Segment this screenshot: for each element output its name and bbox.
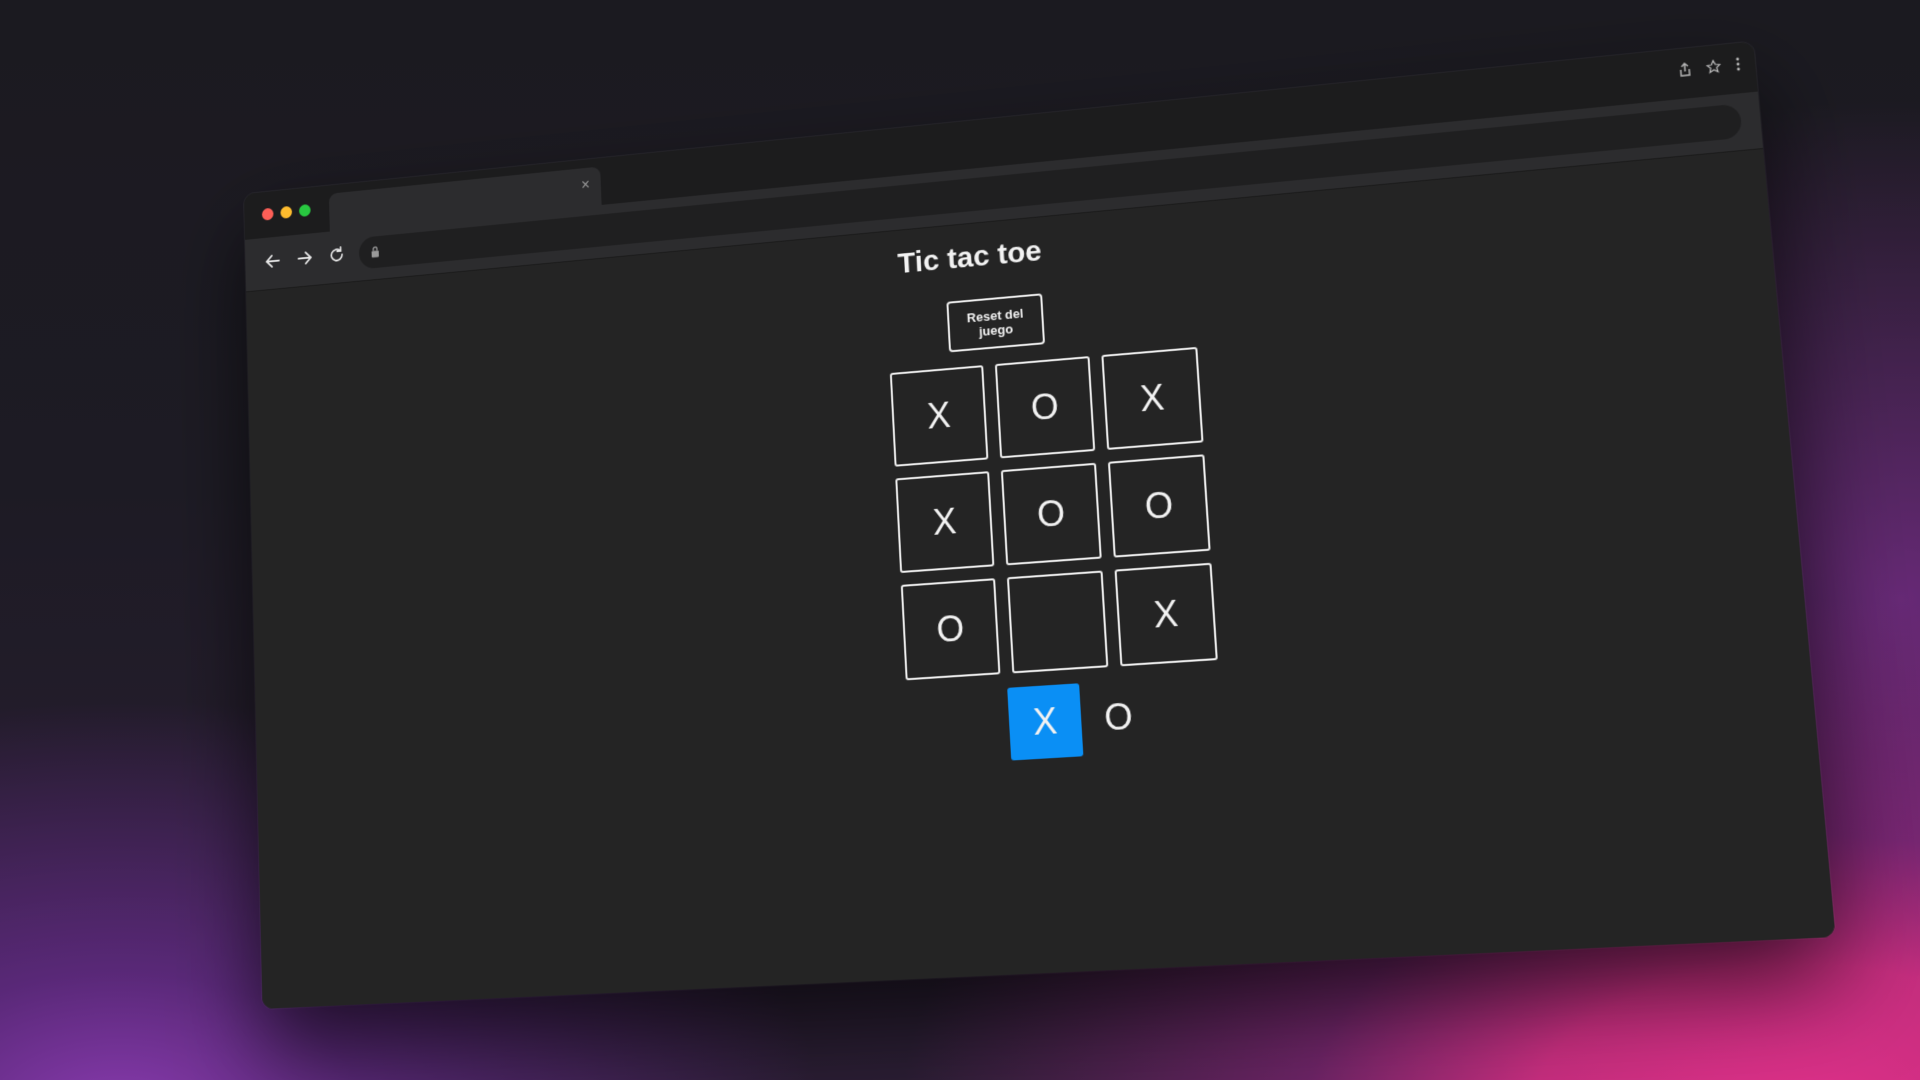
page-content: Tic tac toe Reset del juego X O X X O O … [246,148,1836,1009]
desktop-background: × Tic tac toe Reset del juego X O X X O … [0,0,1920,1080]
board-cell[interactable]: X [895,471,995,574]
board-cell[interactable]: O [1000,462,1102,566]
back-button[interactable] [261,248,285,274]
game-board: X O X X O O O X [889,346,1218,681]
forward-button[interactable] [293,245,317,271]
window-actions [1678,57,1741,80]
turn-x: X [1007,683,1084,761]
star-icon[interactable] [1706,59,1722,77]
arrow-right-icon [297,250,313,266]
window-controls [261,203,311,221]
lock-icon [371,245,380,263]
board-cell[interactable]: X [889,365,989,467]
maximize-window-button[interactable] [298,203,311,218]
board-cell[interactable]: X [1114,562,1218,667]
board-cell[interactable] [1006,570,1109,674]
board-cell[interactable]: O [900,578,1001,681]
tab-close-icon[interactable]: × [581,177,590,195]
turn-indicator: X O [1007,679,1146,761]
share-icon[interactable] [1678,62,1692,80]
board-cell[interactable]: X [1101,346,1204,450]
board-cell[interactable]: O [1107,454,1211,558]
more-vertical-icon[interactable] [1735,57,1741,74]
reset-game-button[interactable]: Reset del juego [946,293,1046,353]
reload-button[interactable] [325,242,349,268]
arrow-left-icon [265,253,281,269]
turn-o: O [1103,695,1134,739]
close-window-button[interactable] [261,207,274,221]
browser-window: × Tic tac toe Reset del juego X O X X O … [243,41,1836,1009]
minimize-window-button[interactable] [280,205,293,219]
board-cell[interactable]: O [994,356,1096,459]
reload-icon [328,246,344,264]
